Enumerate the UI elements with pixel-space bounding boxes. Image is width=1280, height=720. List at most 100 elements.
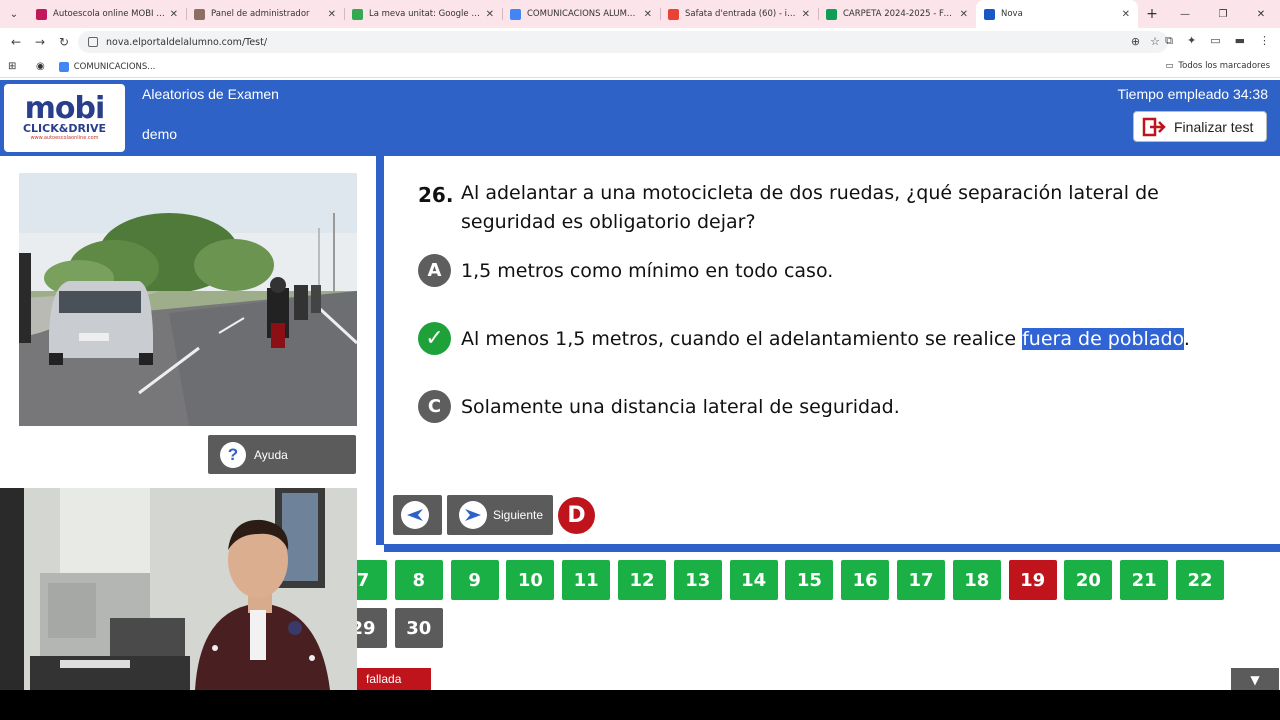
question-nav-button[interactable]: 20	[1064, 560, 1113, 600]
help-button[interactable]: ? Ayuda	[208, 435, 356, 474]
tab-close-icon[interactable]: ✕	[486, 9, 494, 20]
webcam-overlay	[0, 488, 357, 690]
logo-main-text: mobi	[24, 90, 106, 126]
tab-list: Autoescola online MOBI | L'aut✕Panel de …	[28, 0, 1138, 28]
zoom-icon[interactable]: ⊕	[1131, 35, 1140, 48]
tab-title: Nova	[1001, 9, 1023, 19]
page-title: Aleatorios de Examen	[142, 86, 279, 102]
browser-tab[interactable]: COMUNICACIONS ALUMNES - ✕	[502, 0, 660, 28]
tab-close-icon[interactable]: ✕	[802, 9, 810, 20]
tab-title: La meva unitat: Google Drive	[369, 9, 482, 19]
next-label: Siguiente	[493, 508, 544, 522]
option-b-text: Al menos 1,5 metros, cuando el adelantam…	[461, 327, 1190, 350]
puzzle-icon[interactable]: ✦	[1187, 34, 1196, 48]
question-nav-button[interactable]: 11	[562, 560, 611, 600]
globe-icon[interactable]: ◉	[36, 61, 45, 72]
browser-tab[interactable]: Autoescola online MOBI | L'aut ✕	[28, 0, 186, 28]
question-nav-button[interactable]: 18	[952, 560, 1001, 600]
finish-test-button[interactable]: Finalizar test	[1133, 111, 1267, 142]
browser-tab[interactable]: Nova ✕	[976, 0, 1138, 28]
arrow-left-icon	[400, 501, 429, 529]
folder-icon: ▭	[1165, 61, 1174, 71]
question-nav-button[interactable]: 9	[450, 560, 499, 600]
browser-tabstrip: ⌄ Autoescola online MOBI | L'aut✕Panel d…	[0, 0, 1280, 28]
next-button[interactable]: Siguiente	[447, 495, 553, 535]
tab-favicon-icon	[36, 8, 47, 20]
question-nav-button[interactable]: 22	[1176, 560, 1224, 600]
option-b-text-main: Al menos 1,5 metros, cuando el adelantam…	[461, 327, 1023, 350]
exit-icon	[1142, 117, 1166, 136]
tab-close-icon[interactable]: ✕	[644, 9, 652, 20]
browser-tab[interactable]: Safata d'entrada (60) - info@a ✕	[660, 0, 818, 28]
app-header: mobi CLICK&DRIVE www.autoescolaonline.co…	[0, 80, 1280, 156]
bookmark-comunicacions[interactable]: COMUNICACIONS...	[58, 61, 156, 72]
tab-title: Safata d'entrada (60) - info@a	[685, 9, 798, 19]
menu-icon[interactable]: ⋮	[1259, 34, 1270, 48]
new-tab-icon[interactable]: +	[1138, 6, 1166, 22]
logo-url-text: www.autoescolaonline.com	[30, 134, 99, 141]
question-nav-button[interactable]: 12	[618, 560, 666, 600]
all-bookmarks[interactable]: ▭ Todos los marcadores	[1165, 61, 1270, 71]
option-c-text: Solamente una distancia lateral de segur…	[461, 395, 900, 418]
url-text: nova.elportaldelalumno.com/Test/	[106, 36, 268, 48]
bookmark-star-icon[interactable]: ☆	[1150, 35, 1160, 48]
sidepanel-icon[interactable]: ▭	[1210, 34, 1220, 48]
previous-button[interactable]	[393, 495, 442, 535]
profile-icon[interactable]: ▬	[1235, 34, 1245, 48]
tab-favicon-icon	[194, 8, 205, 20]
question-nav-button[interactable]: 15	[785, 560, 834, 600]
bookmarks-bar: ⊞ ◉ COMUNICACIONS... ▭ Todos los marcado…	[0, 56, 1280, 78]
question-nav-button[interactable]: 14	[729, 560, 778, 600]
site-info-icon[interactable]	[88, 37, 98, 47]
tab-close-icon[interactable]: ✕	[328, 9, 336, 20]
tab-favicon-icon	[668, 8, 679, 20]
help-icon: ?	[220, 441, 246, 468]
restore-icon[interactable]: ❐	[1204, 9, 1242, 20]
mobi-logo[interactable]: mobi CLICK&DRIVE www.autoescolaonline.co…	[4, 84, 125, 152]
arrow-right-icon	[459, 501, 487, 529]
app-root: ⌄ Autoescola online MOBI | L'aut✕Panel d…	[0, 0, 1280, 720]
option-b-text-end: .	[1183, 327, 1190, 350]
scroll-down-icon[interactable]: ▼	[1231, 668, 1279, 692]
question-nav-button[interactable]: 16	[841, 560, 890, 600]
tab-title: Autoescola online MOBI | L'aut	[53, 9, 166, 19]
extension-icon[interactable]: ⧉	[1165, 34, 1173, 48]
browser-tab[interactable]: CARPETA 2024-2025 - Fulls de ✕	[818, 0, 976, 28]
tab-favicon-icon	[510, 8, 521, 20]
apps-grid-icon[interactable]: ⊞	[8, 61, 22, 72]
forward-icon[interactable]: →	[28, 35, 52, 49]
question-nav-button[interactable]: 10	[506, 560, 555, 600]
option-b[interactable]: ✓ Al menos 1,5 metros, cuando el adelant…	[418, 322, 1190, 355]
url-field[interactable]: nova.elportaldelalumno.com/Test/ ⊕ ☆	[78, 31, 1168, 53]
question-text: Al adelantar a una motocicleta de dos ru…	[461, 182, 1159, 233]
tab-close-icon[interactable]: ✕	[1122, 9, 1130, 20]
tab-close-icon[interactable]: ✕	[170, 9, 178, 20]
browser-tab[interactable]: La meva unitat: Google Drive ✕	[344, 0, 502, 28]
correct-check-icon: ✓	[418, 322, 451, 355]
tab-search-icon[interactable]: ⌄	[0, 0, 28, 28]
bottom-bar	[0, 690, 1280, 720]
question-nav-button[interactable]: 17	[897, 560, 945, 600]
docs-icon	[58, 61, 69, 72]
elapsed-time: Tiempo empleado 34:38	[1117, 86, 1268, 102]
tab-close-icon[interactable]: ✕	[960, 9, 968, 20]
minimize-icon[interactable]: —	[1166, 9, 1204, 20]
option-c[interactable]: C Solamente una distancia lateral de seg…	[418, 390, 900, 423]
question-nav-button[interactable]: 13	[673, 560, 722, 600]
question-nav-button[interactable]: 30	[394, 608, 443, 648]
question-nav-button[interactable]: 8	[394, 560, 443, 600]
question-nav-button[interactable]: 21	[1120, 560, 1169, 600]
question-nav-button[interactable]: 19	[1008, 560, 1057, 600]
bookmark-label: COMUNICACIONS...	[73, 61, 156, 72]
browser-tab[interactable]: Panel de administrador ✕	[186, 0, 344, 28]
tab-favicon-icon	[352, 8, 363, 20]
horizontal-divider	[384, 544, 1280, 552]
omnibox-actions: ⊕ ☆	[1131, 35, 1160, 48]
tab-title: CARPETA 2024-2025 - Fulls de	[843, 9, 956, 19]
option-a[interactable]: A 1,5 metros como mínimo en todo caso.	[418, 254, 833, 287]
close-window-icon[interactable]: ✕	[1242, 9, 1280, 20]
d-badge: D	[558, 497, 595, 534]
reload-icon[interactable]: ↻	[52, 35, 76, 49]
back-icon[interactable]: ←	[4, 35, 28, 49]
window-controls: — ❐ ✕	[1166, 0, 1280, 28]
